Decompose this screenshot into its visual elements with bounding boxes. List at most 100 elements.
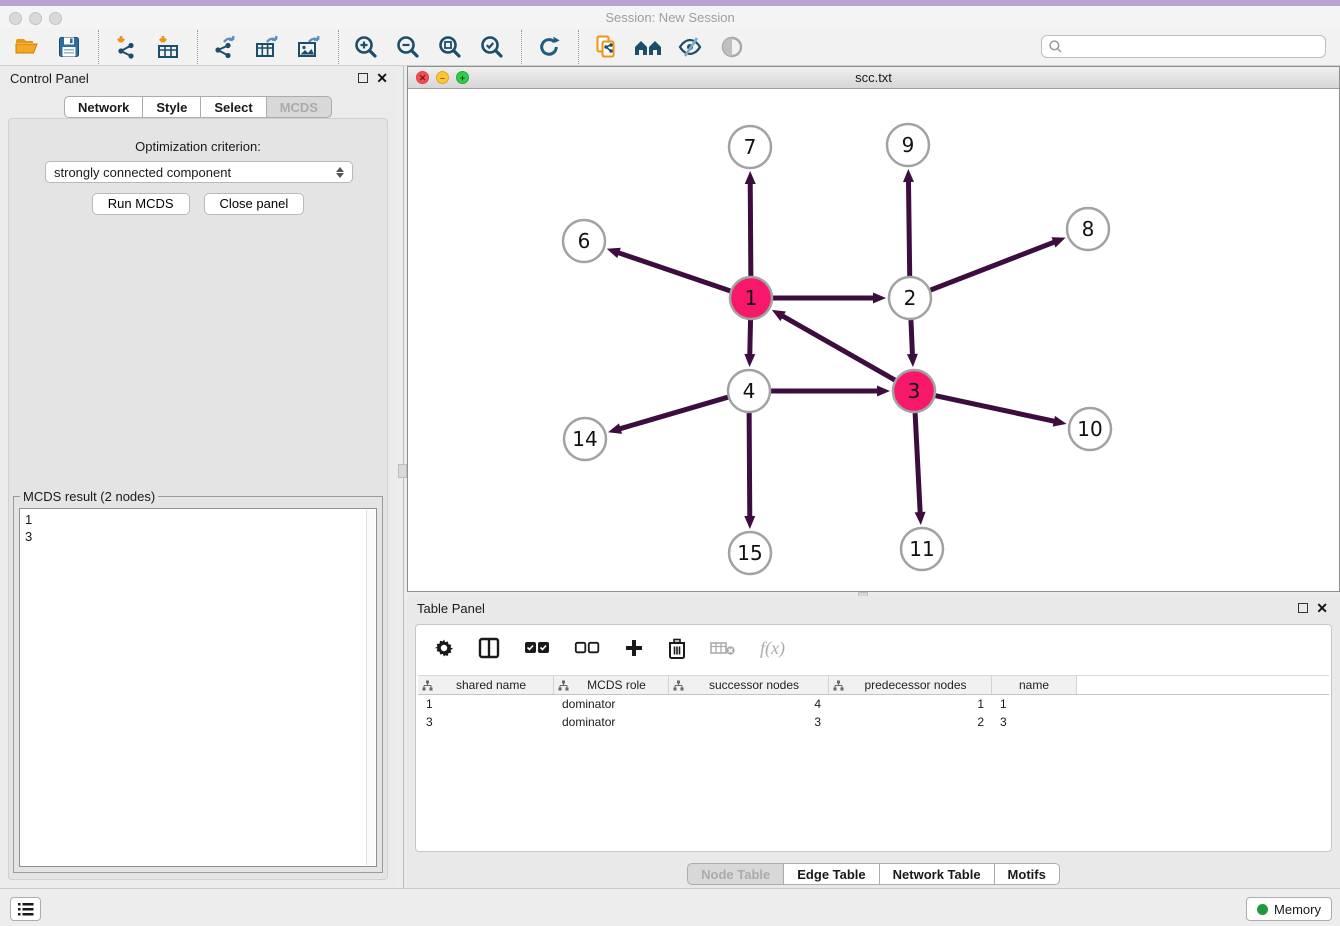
table-settings-gear-icon[interactable] (434, 635, 454, 661)
edge-3-11[interactable] (915, 413, 920, 514)
edge-2-8[interactable] (931, 242, 1056, 290)
run-mcds-button[interactable]: Run MCDS (92, 193, 190, 215)
graph-node-label: 2 (904, 286, 917, 310)
result-scrollbar[interactable] (366, 510, 375, 865)
tab-network-table[interactable]: Network Table (880, 863, 995, 885)
zoom-fit-icon[interactable] (433, 32, 467, 62)
result-line: 1 (25, 511, 371, 528)
create-column-icon[interactable] (624, 635, 644, 661)
import-table-icon[interactable] (151, 32, 185, 62)
open-session-icon[interactable] (10, 32, 44, 62)
select-all-columns-icon[interactable] (524, 635, 550, 661)
node-table[interactable]: shared name MCDS role successor nodes pr… (418, 675, 1329, 849)
delete-table-icon[interactable] (710, 635, 736, 661)
column-header-successor-nodes[interactable]: successor nodes (669, 676, 829, 694)
graph-node-label: 4 (743, 379, 756, 403)
edge-3-10[interactable] (936, 396, 1056, 422)
close-table-panel-icon[interactable]: ✕ (1316, 600, 1328, 616)
column-header-mcds-role[interactable]: MCDS role (554, 676, 669, 694)
export-network-icon[interactable] (208, 32, 242, 62)
column-header-predecessor-nodes[interactable]: predecessor nodes (829, 676, 992, 694)
edge-arrowhead (903, 169, 914, 182)
graph-node-label: 6 (578, 229, 591, 253)
edge-arrowhead (608, 423, 622, 434)
save-session-icon[interactable] (52, 32, 86, 62)
dropdown-stepper-icon (336, 167, 344, 178)
edge-2-3[interactable] (911, 320, 913, 356)
edge-arrowhead (607, 248, 621, 258)
float-table-panel-icon[interactable] (1298, 603, 1308, 613)
app-titlebar: Session: New Session (0, 6, 1340, 28)
network-canvas-svg[interactable]: 7968124314101511 (408, 89, 1339, 592)
app-title: Session: New Session (0, 10, 1340, 25)
zoom-selected-icon[interactable] (475, 32, 509, 62)
function-builder-icon[interactable]: f(x) (760, 635, 785, 661)
task-history-button[interactable] (10, 897, 41, 921)
control-panel-tabs: Network Style Select MCDS (0, 96, 396, 118)
optimization-criterion-label: Optimization criterion: (9, 139, 387, 154)
first-neighbors-icon[interactable] (631, 32, 665, 62)
export-image-icon[interactable] (292, 32, 326, 62)
zoom-out-icon[interactable] (391, 32, 425, 62)
edge-4-14[interactable] (619, 397, 728, 429)
float-panel-icon[interactable] (358, 73, 368, 83)
splitter-grip[interactable] (398, 464, 407, 478)
edge-arrowhead (907, 354, 918, 367)
edge-arrowhead (744, 354, 755, 367)
criterion-dropdown[interactable]: strongly connected component (45, 161, 353, 183)
edge-2-9[interactable] (908, 180, 909, 276)
table-panel-header: Table Panel ✕ (407, 596, 1340, 622)
delete-columns-icon[interactable] (668, 635, 686, 661)
column-type-icon (558, 680, 569, 691)
edge-arrowhead (1053, 416, 1067, 427)
edge-arrowhead (744, 516, 755, 529)
edge-1-6[interactable] (617, 252, 730, 291)
control-panel: Control Panel ✕ Network Style Select MCD… (0, 66, 396, 888)
table-row[interactable]: 1 dominator 4 1 1 (418, 695, 1329, 713)
graph-node-label: 1 (745, 286, 758, 310)
column-panel-icon[interactable] (478, 635, 500, 661)
tab-select[interactable]: Select (201, 96, 266, 118)
show-all-icon[interactable] (715, 32, 749, 62)
edge-1-4[interactable] (750, 320, 751, 356)
tab-network[interactable]: Network (64, 96, 143, 118)
graph-node-label: 9 (902, 133, 915, 157)
edge-1-7[interactable] (750, 182, 751, 276)
table-panel: Table Panel ✕ (407, 596, 1340, 888)
apply-layout-icon[interactable] (532, 32, 566, 62)
tab-node-table[interactable]: Node Table (687, 863, 784, 885)
zoom-in-icon[interactable] (349, 32, 383, 62)
graph-node-label: 10 (1077, 417, 1102, 441)
column-header-name[interactable]: name (992, 676, 1077, 694)
export-table-icon[interactable] (250, 32, 284, 62)
tab-mcds[interactable]: MCDS (267, 96, 332, 118)
memory-button[interactable]: Memory (1246, 897, 1332, 921)
import-network-icon[interactable] (109, 32, 143, 62)
network-window-titlebar[interactable]: ✕ – + scc.txt (408, 67, 1339, 89)
column-header-shared-name[interactable]: shared name (418, 676, 554, 694)
column-type-icon (422, 680, 433, 691)
close-panel-icon[interactable]: ✕ (376, 70, 388, 86)
vertical-splitter[interactable] (396, 66, 407, 888)
toolbar-separator (197, 30, 198, 64)
clone-network-icon[interactable] (589, 32, 623, 62)
unselect-all-columns-icon[interactable] (574, 635, 600, 661)
toolbar-separator (521, 30, 522, 64)
tab-style[interactable]: Style (143, 96, 201, 118)
graph-node-label: 3 (908, 379, 921, 403)
result-line: 3 (25, 528, 371, 545)
tab-edge-table[interactable]: Edge Table (784, 863, 879, 885)
table-row[interactable]: 3 dominator 3 2 3 (418, 713, 1329, 731)
search-field[interactable] (1041, 35, 1326, 58)
column-type-icon (673, 680, 684, 691)
close-panel-button[interactable]: Close panel (204, 193, 305, 215)
hide-selected-icon[interactable] (673, 32, 707, 62)
edge-3-1[interactable] (781, 315, 894, 380)
node-table-container: f(x) shared name MCDS role successor nod… (415, 624, 1332, 852)
tab-motifs[interactable]: Motifs (995, 863, 1060, 885)
edge-4-15[interactable] (749, 413, 750, 518)
mcds-result-textarea[interactable]: 1 3 (19, 508, 377, 867)
edge-arrowhead (745, 171, 756, 184)
criterion-value: strongly connected component (54, 165, 336, 180)
search-input[interactable] (1063, 37, 1325, 56)
